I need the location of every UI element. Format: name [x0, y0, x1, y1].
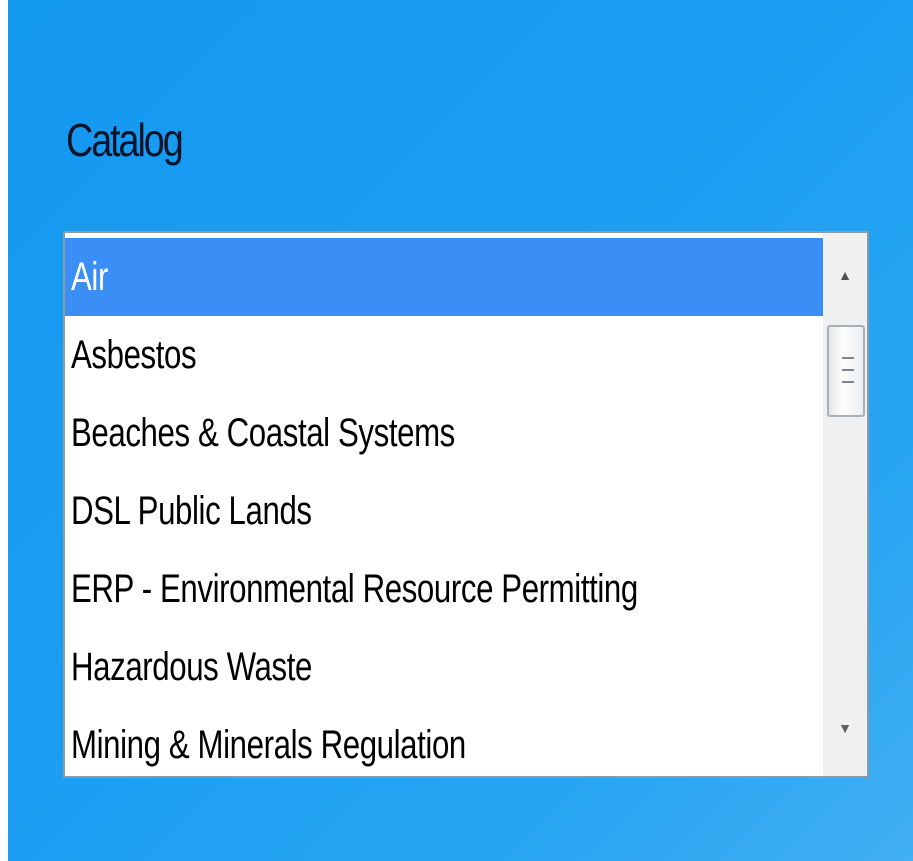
catalog-list-items: Air Asbestos Beaches & Coastal Systems D… — [65, 238, 825, 776]
thumb-grip-line — [842, 357, 854, 359]
list-item-label: DSL Public Lands — [71, 489, 312, 533]
list-item-hazardous-waste[interactable]: Hazardous Waste — [65, 628, 825, 706]
list-item-asbestos[interactable]: Asbestos — [65, 316, 825, 394]
window-left-edge — [0, 0, 8, 861]
vertical-scrollbar[interactable]: ▲ ▼ — [823, 233, 867, 776]
catalog-listbox[interactable]: Air Asbestos Beaches & Coastal Systems D… — [63, 231, 869, 778]
list-item-beaches-coastal-systems[interactable]: Beaches & Coastal Systems — [65, 394, 825, 472]
list-item-erp[interactable]: ERP - Environmental Resource Permitting — [65, 550, 825, 628]
scroll-up-arrow-icon[interactable]: ▲ — [823, 233, 867, 317]
list-item-label: Asbestos — [71, 333, 197, 377]
list-item-label: ERP - Environmental Resource Permitting — [71, 567, 638, 611]
list-item-label: Hazardous Waste — [71, 645, 312, 689]
thumb-grip-line — [842, 369, 854, 371]
list-item-air[interactable]: Air — [65, 238, 825, 316]
list-item-label: Mining & Minerals Regulation — [71, 723, 466, 767]
list-item-mining-minerals-regulation[interactable]: Mining & Minerals Regulation — [65, 706, 825, 776]
thumb-grip-line — [842, 381, 854, 383]
list-item-label: Beaches & Coastal Systems — [71, 411, 455, 455]
scroll-down-arrow-icon[interactable]: ▼ — [823, 680, 867, 776]
scroll-thumb[interactable] — [827, 325, 865, 417]
list-item-label: Air — [71, 255, 108, 299]
list-item-dsl-public-lands[interactable]: DSL Public Lands — [65, 472, 825, 550]
catalog-title: Catalog — [66, 114, 184, 166]
